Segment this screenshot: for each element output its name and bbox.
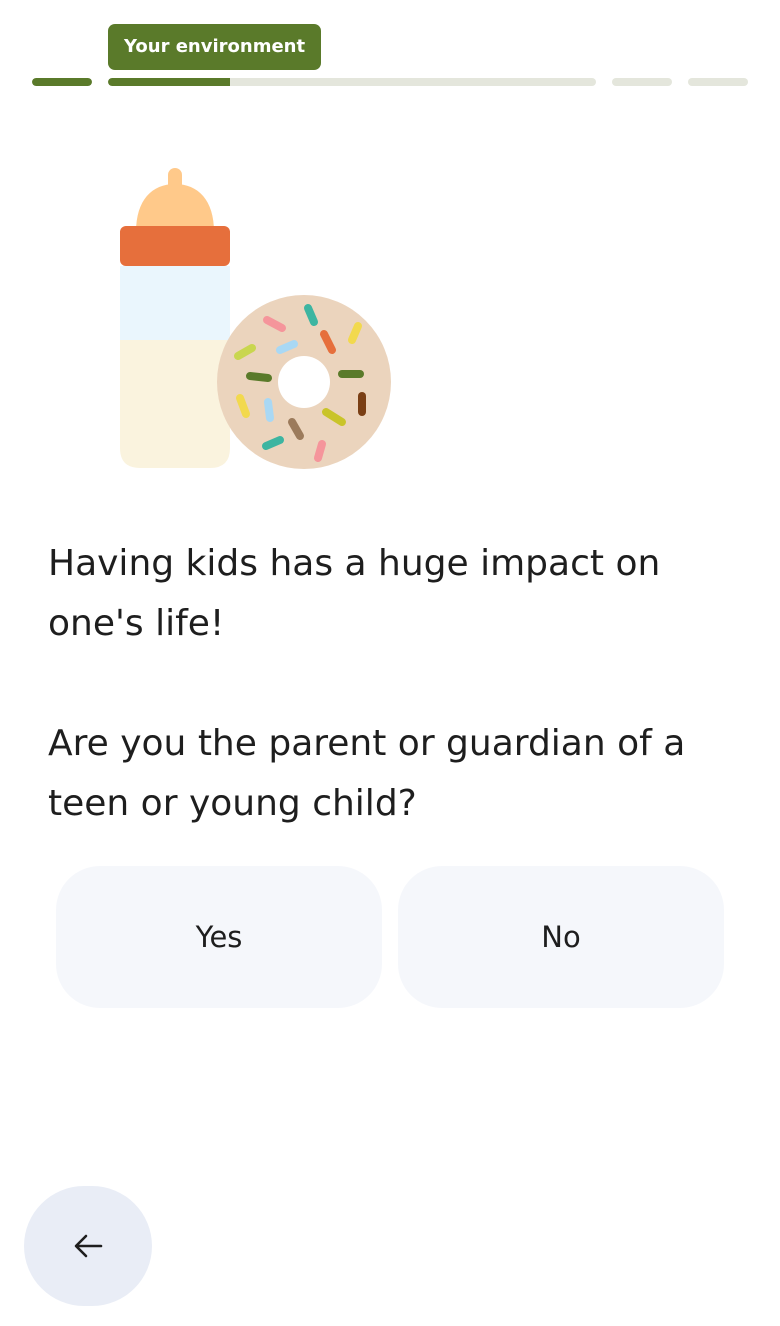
progress-segment-4 bbox=[688, 78, 748, 86]
baby-bottle-icon bbox=[120, 168, 230, 468]
progress-segment-3 bbox=[612, 78, 672, 86]
no-button[interactable]: No bbox=[398, 866, 724, 1008]
progress-segment-2-fill bbox=[108, 78, 230, 86]
progress-segment-1 bbox=[32, 78, 92, 86]
yes-button[interactable]: Yes bbox=[56, 866, 382, 1008]
donut-icon bbox=[217, 295, 391, 469]
kids-illustration bbox=[120, 168, 391, 469]
progress-segment-2 bbox=[108, 78, 596, 86]
arrow-left-icon bbox=[74, 1234, 103, 1258]
question-text: Are you the parent or guardian of a teen… bbox=[48, 723, 686, 824]
back-button[interactable] bbox=[24, 1186, 152, 1306]
progress-segment-1-fill bbox=[32, 78, 92, 86]
stage-tag: Your environment bbox=[108, 24, 322, 70]
intro-message: Having kids has a huge impact on one's l… bbox=[48, 543, 661, 644]
